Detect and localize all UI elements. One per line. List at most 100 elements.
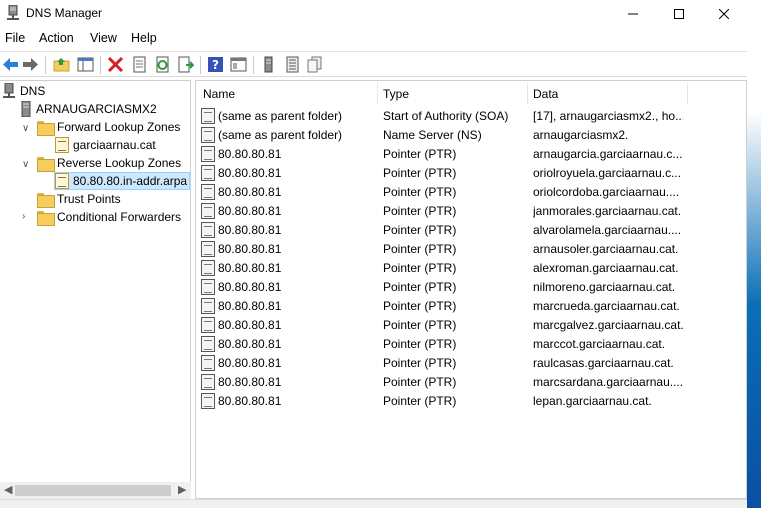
record-name: 80.80.80.81 <box>218 394 282 408</box>
tree-horizontal-scrollbar[interactable]: ◀ ▶ <box>0 482 191 499</box>
tree-node-reverse-lookup-zones[interactable]: Reverse Lookup Zones <box>37 154 181 172</box>
list-icon[interactable] <box>284 56 301 73</box>
record-type: Pointer (PTR) <box>383 280 457 294</box>
table-row[interactable]: (same as parent folder) Name Server (NS) a… <box>196 126 746 145</box>
record-type: Pointer (PTR) <box>383 242 457 256</box>
menu-file[interactable]: File <box>5 31 25 45</box>
properties-icon[interactable] <box>131 56 148 73</box>
record-data: oriolcordoba.garciaarnau.... <box>533 185 680 199</box>
record-type: Pointer (PTR) <box>383 337 457 351</box>
tree-node-server[interactable]: ARNAUGARCIASMX2 <box>20 100 157 118</box>
column-header-name[interactable]: Name <box>203 87 235 101</box>
table-row[interactable]: 80.80.80.81 Pointer (PTR) nilmoreno.garcia… <box>196 278 746 297</box>
record-icon <box>201 374 215 390</box>
table-row[interactable]: 80.80.80.81 Pointer (PTR) alvarolamela.gar… <box>196 221 746 240</box>
maximize-button[interactable] <box>656 0 702 28</box>
tree-label: garciaarnau.cat <box>73 138 156 152</box>
back-icon[interactable] <box>2 56 19 73</box>
show-hide-tree-icon[interactable] <box>77 56 94 73</box>
minimize-button[interactable] <box>610 0 656 28</box>
table-row[interactable]: 80.80.80.81 Pointer (PTR) marcgalvez.garci… <box>196 316 746 335</box>
copy-icon[interactable] <box>306 56 323 73</box>
status-bar <box>0 499 747 508</box>
tree-node-reverse-zone[interactable]: 80.80.80.in-addr.arpa <box>54 172 190 190</box>
tree-node-forward-zone[interactable]: garciaarnau.cat <box>55 136 156 154</box>
record-name: 80.80.80.81 <box>218 185 282 199</box>
record-type: Start of Authority (SOA) <box>383 109 509 123</box>
table-row[interactable]: 80.80.80.81 Pointer (PTR) marccot.garciaar… <box>196 335 746 354</box>
record-icon <box>201 298 215 314</box>
column-divider[interactable] <box>687 83 688 104</box>
column-header-type[interactable]: Type <box>383 87 409 101</box>
record-data: marcgalvez.garciaarnau.cat. <box>533 318 683 332</box>
table-row[interactable]: 80.80.80.81 Pointer (PTR) janmorales.garci… <box>196 202 746 221</box>
record-name: (same as parent folder) <box>218 128 343 142</box>
record-name: 80.80.80.81 <box>218 280 282 294</box>
table-row[interactable]: 80.80.80.81 Pointer (PTR) arnausoler.garci… <box>196 240 746 259</box>
record-type: Pointer (PTR) <box>383 299 457 313</box>
record-icon <box>201 336 215 352</box>
zone-icon <box>55 137 69 153</box>
record-type: Pointer (PTR) <box>383 261 457 275</box>
menu-help[interactable]: Help <box>131 31 157 45</box>
record-data: arnaugarciasmx2. <box>533 128 629 142</box>
server-icon <box>21 101 31 117</box>
server-icon[interactable] <box>260 56 277 73</box>
chevron-down-icon[interactable]: ∨ <box>22 159 29 170</box>
record-data: lepan.garciaarnau.cat. <box>533 394 652 408</box>
record-type: Pointer (PTR) <box>383 356 457 370</box>
help-icon[interactable]: ? <box>207 56 224 73</box>
tree-node-dns[interactable]: DNS <box>2 82 45 100</box>
record-name: 80.80.80.81 <box>218 299 282 313</box>
record-icon <box>201 222 215 238</box>
column-header-data[interactable]: Data <box>533 87 558 101</box>
chevron-down-icon[interactable]: ∨ <box>22 123 29 134</box>
toolbar-separator <box>100 56 101 74</box>
column-divider[interactable] <box>377 83 378 104</box>
tree-node-conditional-forwarders[interactable]: Conditional Forwarders <box>37 208 181 226</box>
record-icon <box>201 127 215 143</box>
table-row[interactable]: 80.80.80.81 Pointer (PTR) marcsardana.garc… <box>196 373 746 392</box>
table-row[interactable]: 80.80.80.81 Pointer (PTR) oriolcordoba.gar… <box>196 183 746 202</box>
record-name: 80.80.80.81 <box>218 166 282 180</box>
desktop-background <box>747 0 761 508</box>
table-row[interactable]: 80.80.80.81 Pointer (PTR) oriolroyuela.gar… <box>196 164 746 183</box>
table-row[interactable]: 80.80.80.81 Pointer (PTR) arnaugarcia.garc… <box>196 145 746 164</box>
tree-node-trust-points[interactable]: Trust Points <box>37 190 121 208</box>
record-list: Name Type Data (same as parent folder) St… <box>195 80 747 499</box>
column-divider[interactable] <box>527 83 528 104</box>
record-name: 80.80.80.81 <box>218 356 282 370</box>
dns-manager-icon <box>7 5 19 20</box>
tree-label: DNS <box>20 84 46 98</box>
list-header: Name Type Data <box>196 81 746 106</box>
forward-icon[interactable] <box>22 56 39 73</box>
table-row[interactable]: 80.80.80.81 Pointer (PTR) raulcasas.garcia… <box>196 354 746 373</box>
tree-node-forward-lookup-zones[interactable]: Forward Lookup Zones <box>37 118 180 136</box>
table-row[interactable]: 80.80.80.81 Pointer (PTR) marcrueda.garcia… <box>196 297 746 316</box>
close-button[interactable] <box>701 0 747 28</box>
scroll-right-icon[interactable]: ▶ <box>178 483 186 496</box>
table-row[interactable]: 80.80.80.81 Pointer (PTR) lepan.garciaarna… <box>196 392 746 411</box>
table-row[interactable]: 80.80.80.81 Pointer (PTR) alexroman.garcia… <box>196 259 746 278</box>
scroll-left-icon[interactable]: ◀ <box>4 483 12 496</box>
record-name: 80.80.80.81 <box>218 204 282 218</box>
menu-action[interactable]: Action <box>39 31 74 45</box>
record-type: Pointer (PTR) <box>383 394 457 408</box>
record-data: arnausoler.garciaarnau.cat. <box>533 242 679 256</box>
delete-icon[interactable] <box>107 56 124 73</box>
up-folder-icon[interactable] <box>53 56 70 73</box>
record-data: alvarolamela.garciaarnau.... <box>533 223 682 237</box>
record-data: nilmoreno.garciaarnau.cat. <box>533 280 676 294</box>
mmc-icon[interactable] <box>230 56 247 73</box>
folder-icon <box>37 192 55 208</box>
scrollbar-thumb[interactable] <box>15 485 171 496</box>
table-row[interactable]: (same as parent folder) Start of Authorit… <box>196 107 746 126</box>
record-name: 80.80.80.81 <box>218 147 282 161</box>
toolbar: ? <box>0 51 747 77</box>
export-icon[interactable] <box>177 56 194 73</box>
menu-view[interactable]: View <box>90 31 117 45</box>
refresh-icon[interactable] <box>154 56 171 73</box>
chevron-right-icon[interactable]: › <box>22 211 25 222</box>
record-name: 80.80.80.81 <box>218 375 282 389</box>
title-bar: DNS Manager <box>0 0 747 28</box>
